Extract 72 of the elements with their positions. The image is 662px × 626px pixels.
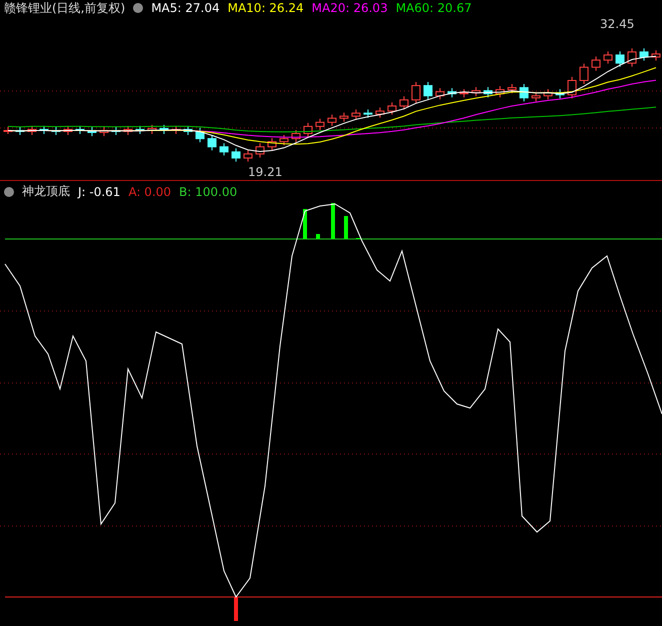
- candlestick: [340, 112, 348, 122]
- candlestick: [196, 127, 204, 143]
- chart-title: 赣锋锂业(日线,前复权): [4, 0, 126, 16]
- moving-average-value: MA20: 26.03: [312, 1, 388, 15]
- indicator-value: A: 0.00: [128, 184, 172, 199]
- candlestick: [592, 56, 600, 72]
- candlestick: [316, 118, 324, 130]
- candlestick: [244, 150, 252, 162]
- collapse-icon[interactable]: [133, 3, 144, 13]
- candlestick: [364, 109, 372, 118]
- candlestick: [556, 88, 564, 99]
- candlestick: [604, 50, 612, 64]
- candlestick: [628, 48, 636, 68]
- candlestick: [28, 125, 36, 136]
- candlestick: [436, 88, 444, 100]
- candlestick: [124, 125, 132, 136]
- top-signal-bar: [344, 216, 348, 239]
- candlestick: [232, 148, 240, 162]
- candlestick: [268, 138, 276, 151]
- candlestick: [544, 88, 552, 100]
- candlestick: [172, 125, 180, 135]
- indicator-value: J: -0.61: [78, 184, 120, 199]
- candlestick: [112, 126, 120, 136]
- candlestick: [568, 76, 576, 99]
- candlestick: [160, 124, 168, 135]
- candlestick: [76, 125, 84, 135]
- moving-average-value: MA10: 26.24: [228, 1, 304, 15]
- candlestick: [448, 88, 456, 98]
- moving-average-value: MA60: 20.67: [396, 1, 472, 15]
- candlestick: [64, 125, 72, 136]
- candlestick: [352, 109, 360, 120]
- candlestick: [148, 124, 156, 135]
- candlestick: [100, 126, 108, 137]
- candlestick: [376, 107, 384, 118]
- candlestick: [508, 84, 516, 94]
- candlestick: [52, 126, 60, 136]
- candlestick: [520, 84, 528, 102]
- candlestick: [484, 86, 492, 98]
- indicator-title: 神龙顶底: [22, 183, 70, 200]
- top-signal-bar: [303, 208, 307, 239]
- high-price-label: 32.45: [600, 17, 634, 31]
- candlestick: [292, 129, 300, 143]
- top-signal-bar: [331, 202, 335, 239]
- candlestick: [136, 125, 144, 135]
- candlestick: [412, 82, 420, 104]
- moving-average-value: MA5: 27.04: [151, 1, 220, 15]
- candlestick: [616, 50, 624, 68]
- candlestick: [220, 142, 228, 156]
- candlestick: [640, 48, 648, 62]
- candlestick: [184, 125, 192, 136]
- candlestick: [16, 126, 24, 136]
- candlestick: [472, 86, 480, 97]
- candlestick: [256, 142, 264, 158]
- candlestick: [328, 114, 336, 126]
- top-signal-bar: [316, 234, 320, 239]
- candlestick: [40, 125, 48, 135]
- low-price-label: 19.21: [248, 165, 282, 178]
- candlestick: [424, 82, 432, 100]
- candlestick: [532, 92, 540, 102]
- candlestick: [4, 126, 12, 135]
- candlestick: [496, 86, 504, 98]
- candlestick: [304, 122, 312, 138]
- candlestick: [388, 102, 396, 116]
- candlestick: [580, 63, 588, 85]
- candlestick: [460, 88, 468, 98]
- indicator-value: B: 100.00: [179, 184, 238, 199]
- bottom-signal-bar: [234, 596, 238, 621]
- collapse-icon[interactable]: [4, 186, 14, 197]
- candlestick: [88, 126, 96, 137]
- candlestick: [280, 134, 288, 146]
- candlestick: [400, 96, 408, 110]
- candlestick: [208, 134, 216, 151]
